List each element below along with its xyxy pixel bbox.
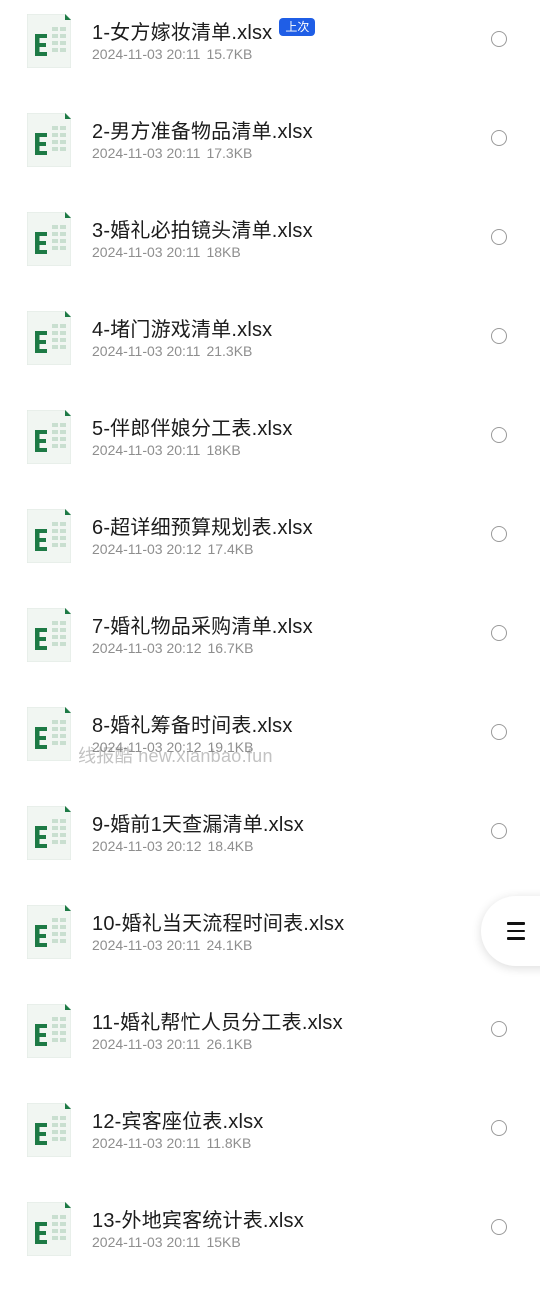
file-name: 12-宾客座位表.xlsx — [92, 1110, 264, 1133]
file-meta: 2024-11-03 20:12 16.7KB — [92, 640, 253, 656]
file-browser: 1-女方嫁妆清单.xlsx 上次 2024-11-03 20:11 15.7KB — [0, 0, 540, 1292]
file-name: 7-婚礼物品采购清单.xlsx — [92, 615, 313, 638]
file-name: 11-婚礼帮忙人员分工表.xlsx — [92, 1011, 343, 1034]
excel-file-icon — [27, 212, 71, 266]
excel-file-icon — [27, 707, 71, 761]
file-date: 2024-11-03 20:12 — [92, 640, 202, 656]
file-size: 16.7KB — [207, 640, 254, 656]
select-radio[interactable] — [491, 724, 507, 740]
file-row-9[interactable]: 9-婚前1天查漏清单.xlsx 2024-11-03 20:12 18.4KB — [0, 792, 540, 891]
file-size: 21.3KB — [206, 343, 253, 359]
select-radio[interactable] — [491, 823, 507, 839]
file-date: 2024-11-03 20:11 — [92, 442, 201, 458]
file-name: 13-外地宾客统计表.xlsx — [92, 1209, 304, 1232]
excel-file-icon — [27, 1202, 71, 1256]
file-name: 5-伴郎伴娘分工表.xlsx — [92, 417, 293, 440]
file-date: 2024-11-03 20:11 — [92, 1234, 201, 1250]
file-size: 18.4KB — [207, 838, 254, 854]
excel-file-icon — [27, 608, 71, 662]
file-row-3[interactable]: 3-婚礼必拍镜头清单.xlsx 2024-11-03 20:11 18KB — [0, 198, 540, 297]
select-radio[interactable] — [491, 229, 507, 245]
file-name: 2-男方准备物品清单.xlsx — [92, 120, 313, 143]
watermark-text: 线报酷 new.xianbao.fun — [78, 746, 273, 766]
file-date: 2024-11-03 20:11 — [92, 244, 201, 260]
excel-file-icon — [27, 113, 71, 167]
file-row-6[interactable]: 6-超详细预算规划表.xlsx 2024-11-03 20:12 17.4KB — [0, 495, 540, 594]
file-name: 8-婚礼筹备时间表.xlsx — [92, 714, 293, 737]
file-name: 6-超详细预算规划表.xlsx — [92, 516, 313, 539]
select-radio[interactable] — [491, 1120, 507, 1136]
file-meta: 2024-11-03 20:11 15KB — [92, 1234, 241, 1250]
file-meta: 2024-11-03 20:11 21.3KB — [92, 343, 252, 359]
file-date: 2024-11-03 20:11 — [92, 145, 201, 161]
file-row-7[interactable]: 7-婚礼物品采购清单.xlsx 2024-11-03 20:12 16.7KB — [0, 594, 540, 693]
file-name: 10-婚礼当天流程时间表.xlsx — [92, 912, 345, 935]
excel-file-icon — [27, 311, 71, 365]
file-row-12[interactable]: 12-宾客座位表.xlsx 2024-11-03 20:11 11.8KB — [0, 1089, 540, 1188]
select-radio[interactable] — [491, 526, 507, 542]
select-radio[interactable] — [491, 31, 507, 47]
excel-file-icon — [27, 1004, 71, 1058]
file-date: 2024-11-03 20:11 — [92, 1036, 201, 1052]
file-row-2[interactable]: 2-男方准备物品清单.xlsx 2024-11-03 20:11 17.3KB — [0, 99, 540, 198]
file-list: 1-女方嫁妆清单.xlsx 上次 2024-11-03 20:11 15.7KB — [0, 0, 540, 1287]
file-row-10[interactable]: 10-婚礼当天流程时间表.xlsx 2024-11-03 20:11 24.1KB — [0, 891, 540, 990]
file-meta: 2024-11-03 20:11 18KB — [92, 244, 241, 260]
file-date: 2024-11-03 20:12 — [92, 838, 202, 854]
excel-file-icon — [27, 509, 71, 563]
file-date: 2024-11-03 20:11 — [92, 937, 201, 953]
file-size: 15.7KB — [206, 46, 253, 62]
select-radio[interactable] — [491, 427, 507, 443]
file-date: 2024-11-03 20:11 — [92, 343, 201, 359]
excel-file-icon — [27, 410, 71, 464]
file-meta: 2024-11-03 20:11 15.7KB — [92, 46, 252, 62]
file-row-1[interactable]: 1-女方嫁妆清单.xlsx 上次 2024-11-03 20:11 15.7KB — [0, 0, 540, 99]
file-meta: 2024-11-03 20:11 11.8KB — [92, 1135, 251, 1151]
file-name: 9-婚前1天查漏清单.xlsx — [92, 813, 304, 836]
excel-file-icon — [27, 1103, 71, 1157]
excel-file-icon — [27, 905, 71, 959]
file-meta: 2024-11-03 20:11 18KB — [92, 442, 241, 458]
file-row-13[interactable]: 13-外地宾客统计表.xlsx 2024-11-03 20:11 15KB — [0, 1188, 540, 1287]
file-meta: 2024-11-03 20:11 17.3KB — [92, 145, 252, 161]
file-size: 24.1KB — [206, 937, 253, 953]
file-meta: 2024-11-03 20:11 24.1KB — [92, 937, 252, 953]
file-size: 11.8KB — [206, 1135, 252, 1151]
file-meta: 2024-11-03 20:11 26.1KB — [92, 1036, 252, 1052]
file-name: 1-女方嫁妆清单.xlsx — [92, 21, 273, 44]
select-radio[interactable] — [491, 1021, 507, 1037]
recent-badge: 上次 — [279, 18, 316, 36]
file-row-5[interactable]: 5-伴郎伴娘分工表.xlsx 2024-11-03 20:11 18KB — [0, 396, 540, 495]
file-size: 17.3KB — [206, 145, 253, 161]
excel-file-icon — [27, 14, 71, 68]
select-radio[interactable] — [491, 328, 507, 344]
file-date: 2024-11-03 20:11 — [92, 1135, 201, 1151]
excel-file-icon — [27, 806, 71, 860]
select-radio[interactable] — [491, 130, 507, 146]
select-radio[interactable] — [491, 1219, 507, 1235]
file-size: 17.4KB — [207, 541, 254, 557]
file-size: 15KB — [206, 1234, 241, 1250]
file-meta: 2024-11-03 20:12 18.4KB — [92, 838, 253, 854]
menu-icon — [507, 922, 525, 940]
file-meta: 2024-11-03 20:12 17.4KB — [92, 541, 253, 557]
file-size: 18KB — [206, 442, 241, 458]
file-name: 3-婚礼必拍镜头清单.xlsx — [92, 219, 313, 242]
file-date: 2024-11-03 20:11 — [92, 46, 201, 62]
file-row-4[interactable]: 4-堵门游戏清单.xlsx 2024-11-03 20:11 21.3KB — [0, 297, 540, 396]
file-name: 4-堵门游戏清单.xlsx — [92, 318, 273, 341]
file-size: 26.1KB — [206, 1036, 253, 1052]
file-size: 18KB — [206, 244, 241, 260]
select-radio[interactable] — [491, 625, 507, 641]
file-row-11[interactable]: 11-婚礼帮忙人员分工表.xlsx 2024-11-03 20:11 26.1KB — [0, 990, 540, 1089]
file-date: 2024-11-03 20:12 — [92, 541, 202, 557]
